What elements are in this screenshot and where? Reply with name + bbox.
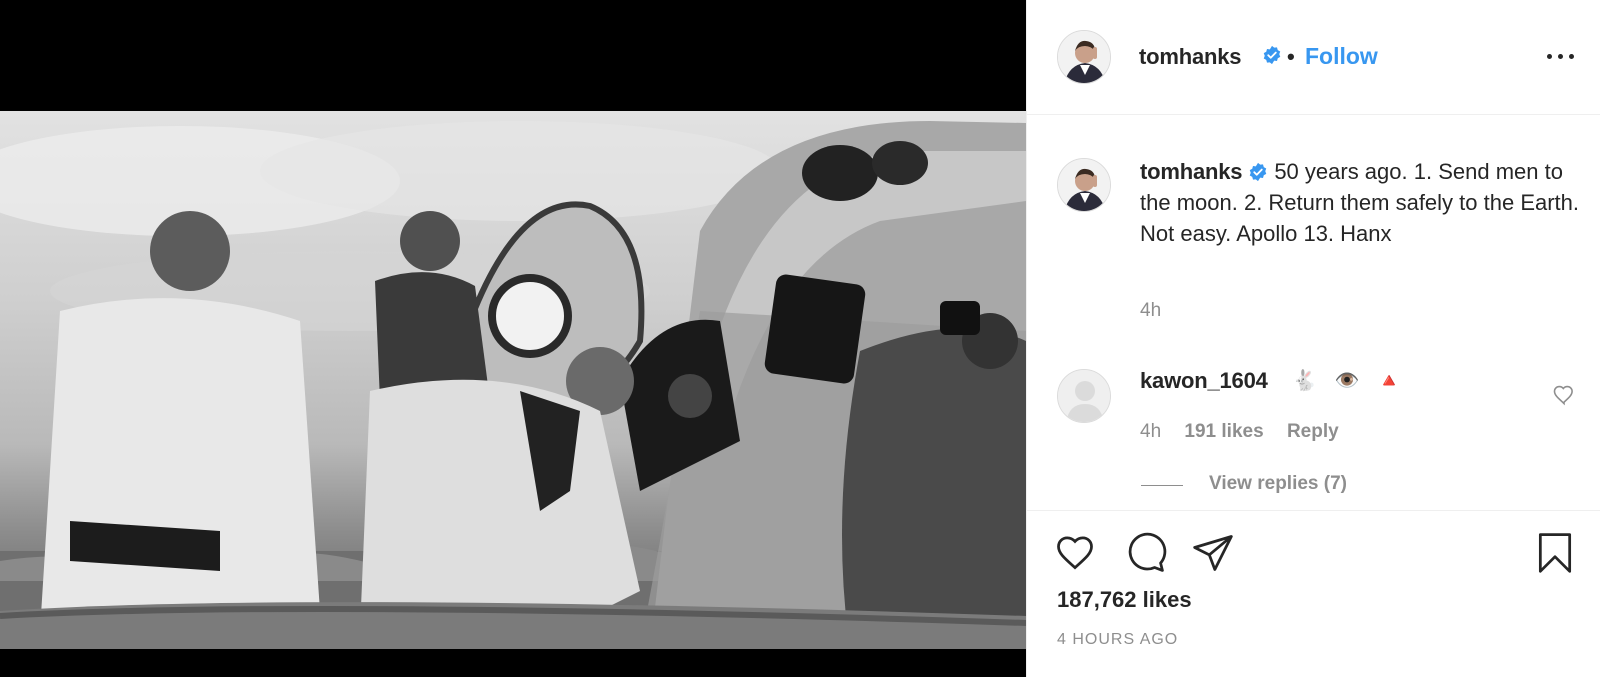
replies-divider	[1141, 485, 1183, 486]
comments-section[interactable]: tomhanks 50 years ago. 1. Send men to th…	[1027, 116, 1600, 510]
comment-meta: 4h 191 likes Reply	[1140, 421, 1357, 443]
comment-text: 🐇 👁️ 🔺	[1292, 370, 1408, 392]
avatar-photo	[1058, 31, 1110, 83]
commenter-avatar[interactable]	[1057, 369, 1111, 423]
verified-badge-icon	[1250, 162, 1267, 182]
verified-badge-icon	[1254, 45, 1282, 67]
post-likes-count[interactable]: 187,762 likes	[1057, 587, 1192, 613]
header-separator: •	[1287, 44, 1295, 69]
post-timestamp[interactable]: 4 HOURS AGO	[1057, 631, 1178, 649]
comment-likes[interactable]: 191 likes	[1184, 421, 1263, 442]
comment-heart-icon[interactable]	[1552, 383, 1576, 407]
default-avatar-icon	[1058, 370, 1110, 422]
post-side-panel: tomhanks • Follow tomhanks 50 years ago.…	[1026, 0, 1600, 677]
view-replies-button[interactable]: View replies (7)	[1209, 473, 1347, 495]
paper-plane-icon[interactable]	[1191, 531, 1235, 575]
caption-timestamp[interactable]: 4h	[1140, 300, 1161, 322]
post-header: tomhanks • Follow	[1027, 0, 1600, 115]
post-media	[0, 0, 1026, 677]
reply-button[interactable]: Reply	[1287, 421, 1339, 442]
follow-button[interactable]: Follow	[1305, 43, 1378, 70]
comment-time[interactable]: 4h	[1140, 421, 1161, 442]
apollo-13-photo	[0, 121, 1026, 649]
ellipsis-icon[interactable]	[1545, 42, 1577, 70]
heart-icon[interactable]	[1053, 531, 1097, 575]
avatar-photo	[1058, 159, 1110, 211]
comment-bubble-icon[interactable]	[1123, 531, 1167, 575]
post-actions: 187,762 likes 4 HOURS AGO	[1027, 510, 1600, 677]
comment-username[interactable]: kawon_1604	[1140, 368, 1268, 394]
author-username[interactable]: tomhanks	[1139, 44, 1242, 70]
bookmark-icon[interactable]	[1533, 531, 1577, 575]
caption-author-avatar[interactable]	[1057, 158, 1111, 212]
post-caption: tomhanks 50 years ago. 1. Send men to th…	[1140, 156, 1580, 249]
caption-username[interactable]: tomhanks	[1140, 159, 1243, 184]
author-avatar[interactable]	[1057, 30, 1111, 84]
post-photo[interactable]	[0, 111, 1026, 649]
